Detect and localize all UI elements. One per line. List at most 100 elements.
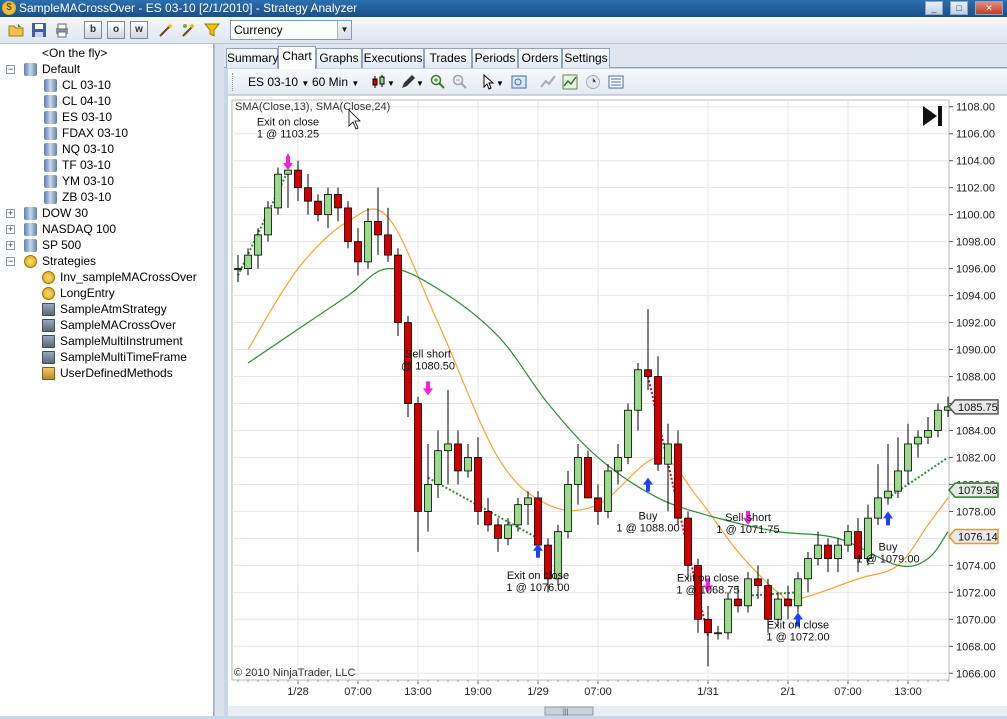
tab-periods[interactable]: Periods: [472, 48, 518, 68]
candle-body: [524, 497, 532, 506]
tree-item[interactable]: TF 03-10: [0, 157, 212, 173]
tree-item[interactable]: + SP 500: [0, 237, 212, 253]
tree-item[interactable]: YM 03-10: [0, 173, 212, 189]
drawing-tool-pencil-icon[interactable]: ▼: [400, 74, 424, 90]
tree-item[interactable]: FDAX 03-10: [0, 125, 212, 141]
tree-item[interactable]: + NASDAQ 100: [0, 221, 212, 237]
svg-text:▼: ▼: [387, 79, 395, 88]
instrument-label: ES 03-10: [248, 75, 299, 89]
tab-graphs[interactable]: Graphs: [316, 48, 362, 68]
properties-icon[interactable]: [608, 74, 624, 90]
candle-body: [494, 524, 502, 539]
tab-executions[interactable]: Executions: [362, 48, 424, 68]
tab-orders[interactable]: Orders: [518, 48, 562, 68]
data-box-icon[interactable]: [511, 74, 527, 90]
candle-body: [504, 524, 512, 539]
expand-icon[interactable]: +: [6, 241, 15, 250]
tree-item[interactable]: NQ 03-10: [0, 141, 212, 157]
candle-body: [684, 517, 692, 566]
price-chart[interactable]: 1/28 07:00 13:00 19:00 1/29 07:00 1/31 2/1 07:00…: [228, 96, 1007, 716]
filter-icon[interactable]: [204, 22, 220, 38]
y-tick-label: 1094.00: [956, 291, 996, 303]
tab-trades[interactable]: Trades: [424, 48, 472, 68]
tree-item[interactable]: SampleAtmStrategy: [0, 301, 212, 317]
db-icon: [24, 223, 37, 236]
zoom-in-icon[interactable]: [430, 74, 446, 90]
execution-label: 1 @ 1079.00: [856, 554, 919, 566]
currency-select-value: Currency: [234, 23, 283, 37]
tree-item[interactable]: SampleMultiInstrument: [0, 333, 212, 349]
format-o-button[interactable]: o: [107, 21, 125, 39]
y-tick-label: 1070.00: [956, 614, 996, 626]
tree-item-label: LongEntry: [60, 286, 115, 300]
format-w-button[interactable]: w: [130, 21, 148, 39]
db-icon: [44, 111, 57, 124]
db-icon: [44, 127, 57, 140]
candle-body: [874, 497, 882, 519]
instrument-selector[interactable]: ES 03-10 ▼: [248, 73, 309, 91]
tree-item[interactable]: UserDefinedMethods: [0, 365, 212, 381]
tree-item-label: CL 03-10: [62, 78, 111, 92]
tab-settings[interactable]: Settings: [562, 48, 610, 68]
price-chart-svg[interactable]: 1/28 07:00 13:00 19:00 1/29 07:00 1/31 2/1 07:00…: [228, 96, 1007, 716]
collapse-icon[interactable]: −: [6, 257, 15, 266]
currency-select[interactable]: Currency ▼: [230, 20, 352, 40]
tree-item[interactable]: ZB 03-10: [0, 189, 212, 205]
strategies-icon[interactable]: [540, 74, 556, 90]
db-icon: [44, 95, 57, 108]
tree-item[interactable]: CL 03-10: [0, 77, 212, 93]
execution-label: 1 @ 1072.00: [766, 632, 829, 644]
expand-icon[interactable]: +: [6, 225, 15, 234]
maximize-button[interactable]: □: [950, 1, 968, 15]
y-tick-label: 1068.00: [956, 641, 996, 653]
scrollbar-thumb[interactable]: [544, 706, 594, 716]
chart-style-candlestick-icon[interactable]: ▼: [371, 74, 395, 90]
tree-item[interactable]: SampleMACrossOver: [0, 317, 212, 333]
tree-item[interactable]: − Strategies: [0, 253, 212, 269]
candle-body: [844, 531, 852, 546]
wand-star-icon[interactable]: [181, 22, 197, 38]
open-folder-icon[interactable]: [8, 22, 24, 38]
tree-item[interactable]: <On the fly>: [0, 45, 212, 61]
execution-label: 1 @ 1103.25: [257, 129, 319, 141]
minimize-button[interactable]: _: [925, 1, 943, 15]
candle-body: [384, 234, 392, 256]
candle-body: [314, 200, 322, 216]
tree-item[interactable]: Inv_sampleMACrossOver: [0, 269, 212, 285]
tree-item[interactable]: + DOW 30: [0, 205, 212, 221]
tree-item[interactable]: SampleMultiTimeFrame: [0, 349, 212, 365]
chevron-down-icon[interactable]: ▼: [337, 21, 351, 39]
indicators-icon[interactable]: [562, 74, 578, 90]
tree-item-label: <On the fly>: [42, 46, 108, 60]
tree-item[interactable]: LongEntry: [0, 285, 212, 301]
candle-body: [324, 194, 332, 216]
close-button[interactable]: ✕: [975, 1, 1003, 15]
horizontal-scrollbar[interactable]: [228, 706, 1007, 716]
expand-icon[interactable]: +: [6, 209, 15, 218]
candle-body: [834, 544, 842, 560]
candle-body: [304, 187, 312, 202]
candle-body: [674, 443, 682, 519]
zoom-out-icon[interactable]: [452, 74, 468, 90]
tree-item[interactable]: ES 03-10: [0, 109, 212, 125]
candle-body: [574, 457, 582, 485]
tree-item-label: NQ 03-10: [62, 142, 115, 156]
wand-icon[interactable]: [158, 22, 174, 38]
db-icon: [24, 63, 37, 76]
clock-icon[interactable]: [585, 74, 601, 90]
print-icon[interactable]: [54, 22, 70, 38]
execution-label: Exit on close: [507, 570, 569, 582]
panel-splitter[interactable]: [214, 44, 224, 716]
tree-item[interactable]: CL 04-10: [0, 93, 212, 109]
interval-selector[interactable]: 60 Min ▼: [312, 73, 359, 91]
pointer-cursor-icon[interactable]: ▼: [482, 74, 504, 90]
save-icon[interactable]: [31, 22, 47, 38]
indicator-label: SMA(Close,13), SMA(Close,24): [235, 101, 390, 113]
format-b-button[interactable]: b: [84, 21, 102, 39]
collapse-icon[interactable]: −: [6, 65, 15, 74]
tree-item-label: Inv_sampleMACrossOver: [60, 270, 197, 284]
tree-item[interactable]: − Default: [0, 61, 212, 77]
tab-summary[interactable]: Summary: [226, 48, 278, 68]
candle-body: [794, 578, 802, 607]
tab-chart[interactable]: Chart: [278, 46, 316, 69]
